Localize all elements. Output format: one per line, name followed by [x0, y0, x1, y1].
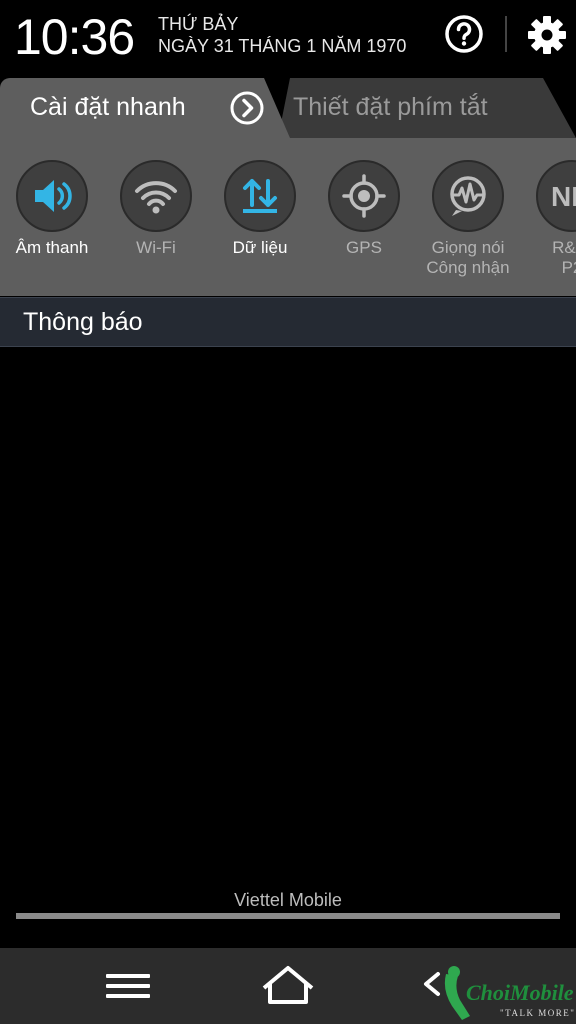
- nfc-icon: NF: [551, 181, 576, 212]
- toggle-voice-recognition-button[interactable]: [432, 160, 504, 232]
- toggle-data-button[interactable]: [224, 160, 296, 232]
- date-block: THỨ BẢY NGÀY 31 THÁNG 1 NĂM 1970: [158, 13, 406, 57]
- tab-shortcut-settings-label: Thiết đặt phím tắt: [293, 93, 488, 121]
- watermark-text: ChoiMobile: [466, 980, 574, 1005]
- toggle-wifi[interactable]: Wi-Fi: [104, 160, 208, 258]
- toggle-nfc-button[interactable]: NF: [536, 160, 576, 232]
- toggle-nfc-label: R&W P2: [552, 238, 576, 277]
- panel-tabs: Thiết đặt phím tắt Cài đặt nhanh: [0, 78, 576, 138]
- panel-drag-handle[interactable]: [16, 913, 560, 919]
- data-transfer-icon: [243, 179, 277, 213]
- home-icon[interactable]: [258, 962, 318, 1010]
- clock: 10:36: [14, 9, 135, 65]
- toggle-sound-button[interactable]: [16, 160, 88, 232]
- toggle-data[interactable]: Dữ liệu: [208, 160, 312, 258]
- toggle-voice-recognition[interactable]: Giọng nói Công nhận: [416, 160, 520, 278]
- speaker-icon: [35, 180, 72, 212]
- gear-icon[interactable]: [526, 14, 568, 56]
- toggle-voice-recognition-label: Giọng nói Công nhận: [426, 238, 510, 277]
- toggle-gps-label: GPS: [346, 238, 382, 257]
- toggle-nfc[interactable]: NF R&W P2: [520, 160, 576, 278]
- toggle-sound[interactable]: Âm thanh: [0, 160, 104, 258]
- tab-quick-settings-label: Cài đặt nhanh: [30, 93, 186, 121]
- gps-icon: [342, 174, 386, 218]
- chevron-right-icon[interactable]: [229, 90, 265, 126]
- toggle-sound-label: Âm thanh: [15, 238, 89, 257]
- help-icon[interactable]: [444, 14, 484, 54]
- notifications-title: Thông báo: [23, 308, 143, 336]
- toggle-data-label: Dữ liệu: [232, 238, 288, 257]
- status-header: 10:36 THỨ BẢY NGÀY 31 THÁNG 1 NĂM 1970: [0, 0, 576, 78]
- toggle-wifi-button[interactable]: [120, 160, 192, 232]
- toggle-wifi-label: Wi-Fi: [136, 238, 176, 257]
- header-divider: [505, 16, 507, 52]
- toggle-gps[interactable]: GPS: [312, 160, 416, 258]
- watermark-logo: ChoiMobile "TALK MORE": [444, 966, 575, 1020]
- carrier-label: Viettel Mobile: [234, 890, 342, 910]
- quick-settings-panel: Âm thanh Wi-Fi Dữ liệu GPS Giọng nói Côn…: [0, 138, 576, 296]
- date-label: NGÀY 31 THÁNG 1 NĂM 1970: [158, 36, 407, 56]
- svg-text:NF: NF: [551, 181, 576, 212]
- wifi-icon: [135, 181, 177, 214]
- day-label: THỨ BẢY: [158, 14, 239, 34]
- toggle-gps-button[interactable]: [328, 160, 400, 232]
- voice-recognition-icon: [450, 176, 486, 216]
- menu-icon[interactable]: [98, 962, 158, 1010]
- watermark-tagline: "TALK MORE": [500, 1008, 575, 1018]
- notifications-header: Thông báo: [0, 297, 576, 347]
